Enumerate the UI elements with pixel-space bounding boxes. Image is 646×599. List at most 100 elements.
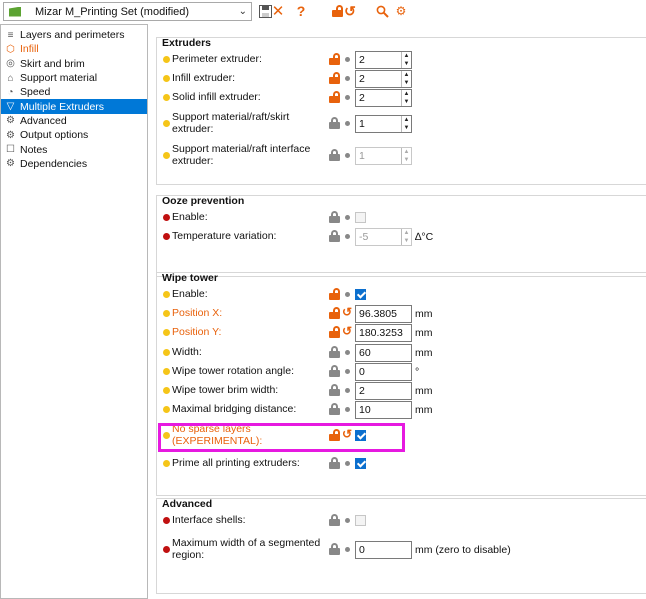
lock-icon[interactable]: [329, 117, 340, 129]
search-icon[interactable]: [373, 2, 391, 20]
group-title: Extruders: [162, 37, 212, 49]
status-dot: [163, 387, 170, 394]
setting-label: Enable:: [172, 211, 208, 223]
sidebar-item-multiple-extruders[interactable]: ▽ Multiple Extruders: [1, 99, 147, 114]
solid-infill-extruder-stepper[interactable]: 2 ▲ ▼: [355, 89, 412, 107]
setting-label: Solid infill extruder:: [172, 91, 261, 103]
sidebar-item-label: Speed: [20, 86, 51, 99]
support-icon: ⌂: [7, 72, 14, 84]
lock-icon[interactable]: [329, 149, 340, 161]
position-x-input[interactable]: 96.3805: [355, 305, 412, 323]
lock-icon[interactable]: [329, 365, 340, 377]
wipe-enable-checkbox[interactable]: [355, 289, 366, 300]
lock-icon[interactable]: [329, 346, 340, 358]
bridging-distance-input[interactable]: 10: [355, 401, 412, 419]
stepper-value: 2: [359, 92, 365, 104]
chevron-up-icon[interactable]: ▲: [402, 148, 411, 156]
sidebar-item-layers[interactable]: ≡ Layers and perimeters: [1, 28, 147, 42]
undo-icon[interactable]: ↺: [342, 305, 352, 319]
group-title: Wipe tower: [162, 272, 218, 284]
bullet-icon: [345, 57, 350, 62]
max-segment-width-input[interactable]: 0: [355, 541, 412, 559]
lock-icon[interactable]: [329, 230, 340, 242]
stepper-arrows[interactable]: ▲ ▼: [401, 71, 411, 87]
unlock-icon[interactable]: [329, 307, 340, 319]
chevron-down-icon[interactable]: ▼: [402, 156, 411, 164]
lock-icon[interactable]: [329, 514, 340, 526]
bullet-icon: [345, 388, 350, 393]
chevron-down-icon[interactable]: ▼: [402, 98, 411, 106]
unlock-icon[interactable]: [329, 288, 340, 300]
sidebar-item-speed[interactable]: ◔ Speed: [1, 85, 147, 99]
chevron-up-icon[interactable]: ▲: [402, 229, 411, 237]
chevron-down-icon[interactable]: ▼: [402, 79, 411, 87]
status-dot: [163, 214, 170, 221]
sidebar-item-dependencies[interactable]: ⚙ Dependencies: [1, 157, 147, 171]
delete-icon[interactable]: ✕: [269, 2, 287, 20]
setting-label: Perimeter extruder:: [172, 53, 262, 65]
stepper-arrows[interactable]: ▲ ▼: [401, 52, 411, 68]
row-width: Width: 60 mm: [157, 343, 646, 362]
undo-icon[interactable]: ↺: [342, 324, 352, 338]
row-infill-extruder: Infill extruder: 2 ▲ ▼: [157, 69, 646, 88]
group-title: Ooze prevention: [162, 195, 245, 207]
sidebar-item-output[interactable]: ⚙ Output options: [1, 128, 147, 142]
interface-extruder-stepper[interactable]: 1 ▲ ▼: [355, 147, 412, 165]
position-y-input[interactable]: 180.3253: [355, 324, 412, 342]
toolbar: Mizar M_Printing Set (modified) ⌄ ✕ ? ↺ …: [0, 0, 646, 24]
chevron-up-icon[interactable]: ▲: [402, 116, 411, 124]
lock-icon[interactable]: [329, 211, 340, 223]
stepper-arrows[interactable]: ▲ ▼: [401, 116, 411, 132]
status-dot: [163, 329, 170, 336]
setting-label: Maximum width of a segmented region:: [172, 537, 321, 561]
lock-icon[interactable]: [329, 457, 340, 469]
unlock-icon[interactable]: [329, 91, 340, 103]
setting-label: Prime all printing extruders:: [172, 457, 300, 469]
stepper-value: 1: [359, 150, 365, 162]
bullet-icon: [345, 215, 350, 220]
sidebar-item-support[interactable]: ⌂ Support material: [1, 71, 147, 85]
interface-shells-checkbox[interactable]: [355, 515, 366, 526]
unlock-icon[interactable]: [329, 326, 340, 338]
infill-extruder-stepper[interactable]: 2 ▲ ▼: [355, 70, 412, 88]
compare-icon[interactable]: ⚙: [392, 2, 410, 20]
status-dot: [163, 291, 170, 298]
sidebar-item-infill[interactable]: ⬡ Infill: [1, 42, 147, 56]
lock-icon[interactable]: [329, 543, 340, 555]
temperature-variation-stepper[interactable]: -5 ▲ ▼: [355, 228, 412, 246]
stepper-arrows[interactable]: ▲ ▼: [401, 148, 411, 164]
brim-width-input[interactable]: 2: [355, 382, 412, 400]
perimeter-extruder-stepper[interactable]: 2 ▲ ▼: [355, 51, 412, 69]
status-dot: [163, 152, 170, 159]
sidebar-item-notes[interactable]: ☐ Notes: [1, 142, 147, 156]
undo-icon[interactable]: ↺: [341, 2, 359, 20]
prime-extruders-checkbox[interactable]: [355, 458, 366, 469]
rotation-angle-input[interactable]: 0: [355, 363, 412, 381]
chevron-down-icon[interactable]: ▼: [402, 60, 411, 68]
preset-dropdown[interactable]: Mizar M_Printing Set (modified) ⌄: [3, 2, 252, 21]
support-extruder-stepper[interactable]: 1 ▲ ▼: [355, 115, 412, 133]
chevron-up-icon[interactable]: ▲: [402, 52, 411, 60]
help-icon[interactable]: ?: [292, 2, 310, 20]
ooze-enable-checkbox[interactable]: [355, 212, 366, 223]
group-extruders: Extruders Perimeter extruder: 2 ▲ ▼ Infil…: [156, 37, 646, 185]
setting-label: Maximal bridging distance:: [172, 403, 297, 415]
bullet-icon: [345, 76, 350, 81]
stepper-arrows[interactable]: ▲ ▼: [401, 90, 411, 106]
width-input[interactable]: 60: [355, 344, 412, 362]
chevron-up-icon[interactable]: ▲: [402, 71, 411, 79]
sidebar-item-advanced[interactable]: ⚙ Advanced: [1, 114, 147, 128]
chevron-up-icon[interactable]: ▲: [402, 90, 411, 98]
unlock-icon[interactable]: [329, 72, 340, 84]
input-value: 96.3805: [359, 308, 397, 320]
stepper-arrows[interactable]: ▲ ▼: [401, 229, 411, 245]
unit-label: mm: [415, 308, 433, 320]
sidebar-item-skirt[interactable]: ◎ Skirt and brim: [1, 57, 147, 71]
row-interface-extruder: Support material/raft interface extruder…: [157, 143, 646, 167]
setting-label: Infill extruder:: [172, 72, 236, 84]
lock-icon[interactable]: [329, 403, 340, 415]
chevron-down-icon[interactable]: ▼: [402, 124, 411, 132]
chevron-down-icon[interactable]: ▼: [402, 237, 411, 245]
lock-icon[interactable]: [329, 384, 340, 396]
unlock-icon[interactable]: [329, 53, 340, 65]
